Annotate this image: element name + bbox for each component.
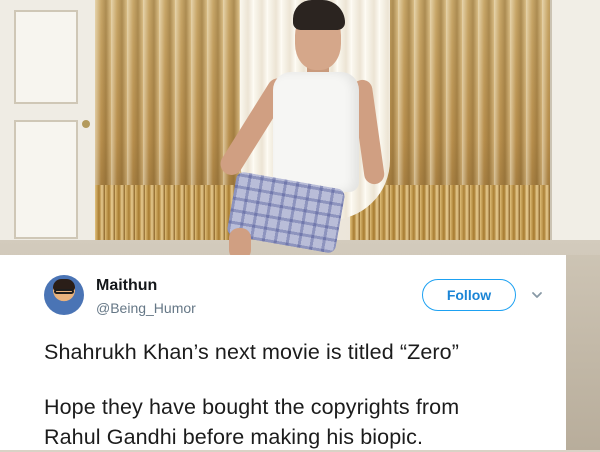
person-vest	[273, 72, 359, 192]
chevron-down-icon[interactable]	[530, 288, 544, 302]
follow-button[interactable]: Follow	[422, 279, 516, 311]
author-handle[interactable]: @Being_Humor	[96, 300, 196, 316]
dancing-person	[195, 0, 386, 260]
tweet-text-line: Shahrukh Khan’s next movie is titled “Ze…	[44, 340, 459, 364]
avatar-glasses	[54, 289, 74, 294]
author-name[interactable]: Maithun	[96, 277, 157, 295]
tweet-text-line: Hope they have bought the copyrights fro…	[44, 395, 460, 419]
door	[0, 0, 98, 255]
wall-panel	[550, 0, 600, 255]
person-hair	[293, 0, 345, 30]
door-knob	[82, 120, 90, 128]
background-strip	[566, 255, 600, 450]
door-pane	[14, 10, 78, 104]
avatar[interactable]	[44, 275, 84, 315]
tweet-text-line: Rahul Gandhi before making his biopic.	[44, 425, 424, 449]
door-pane	[14, 120, 78, 239]
tweet-card: Maithun @Being_Humor Follow Shahrukh Kha…	[0, 255, 566, 450]
